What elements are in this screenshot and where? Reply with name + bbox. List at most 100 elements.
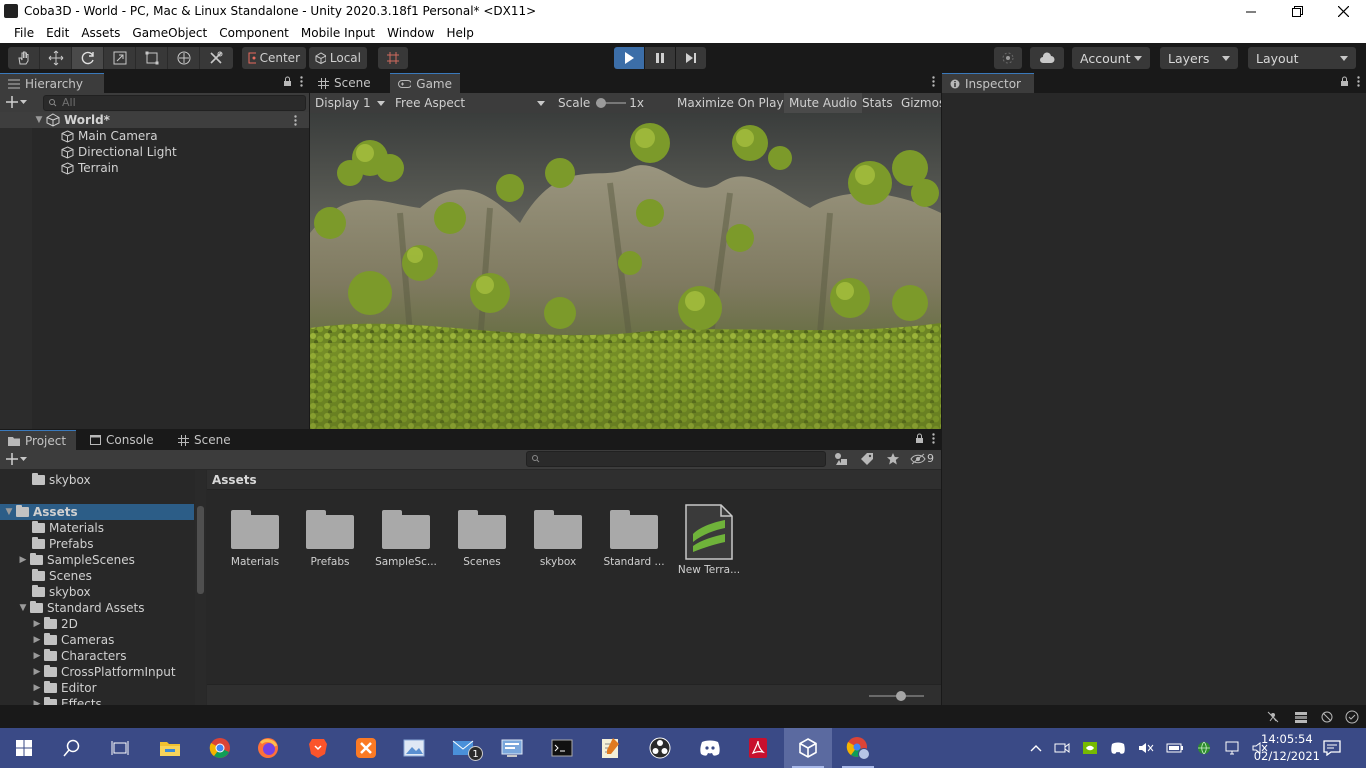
game-viewport[interactable] — [310, 113, 941, 429]
project-create-dropdown[interactable] — [6, 453, 27, 465]
tree-item-scenes[interactable]: Scenes — [0, 568, 194, 584]
step-button[interactable] — [676, 47, 706, 69]
scale-slider[interactable]: Scale 1x — [553, 93, 649, 113]
tab-game[interactable]: Game — [390, 73, 460, 93]
space-toggle[interactable]: Local — [309, 47, 367, 69]
collapsed-arrow-icon[interactable]: ▶ — [30, 667, 44, 677]
minimize-button[interactable] — [1228, 0, 1274, 23]
tree-scrollbar[interactable] — [195, 470, 206, 705]
tree-item-skybox-top[interactable]: skybox — [0, 472, 194, 488]
tab-console[interactable]: Console — [82, 430, 166, 450]
hierarchy-item-directional-light[interactable]: Directional Light — [0, 144, 309, 160]
menu-window[interactable]: Window — [381, 26, 440, 40]
taskbar-file-explorer[interactable] — [146, 728, 194, 768]
scale-tool-button[interactable] — [104, 47, 136, 69]
expand-arrow-icon[interactable]: ▼ — [32, 115, 46, 125]
hidden-packages-toggle[interactable]: 9 — [910, 452, 934, 465]
transform-tool-button[interactable] — [168, 47, 200, 69]
taskbar-unity[interactable] — [784, 728, 832, 768]
grid-snap-button[interactable] — [378, 47, 408, 69]
tree-item-materials[interactable]: Materials — [0, 520, 194, 536]
filter-by-type-button[interactable] — [834, 452, 848, 466]
gizmos-toggle[interactable]: Gizmos — [896, 93, 941, 113]
scene-row[interactable]: ▼ World* — [0, 112, 309, 128]
favorite-button[interactable] — [886, 452, 900, 466]
taskbar-chrome[interactable] — [196, 728, 244, 768]
taskbar-photos[interactable] — [390, 728, 438, 768]
custom-tool-button[interactable] — [200, 47, 232, 69]
layers-dropdown[interactable]: Layers — [1160, 47, 1238, 69]
play-button[interactable] — [614, 47, 644, 69]
asset-new-terrain[interactable]: New Terra... — [673, 504, 745, 576]
collapsed-arrow-icon[interactable]: ▶ — [16, 555, 30, 565]
taskbar-obs[interactable] — [636, 728, 684, 768]
lock-icon[interactable] — [283, 76, 292, 87]
tree-item-2d[interactable]: ▶ 2D — [0, 616, 194, 632]
tab-project[interactable]: Project — [0, 430, 76, 450]
hierarchy-item-terrain[interactable]: Terrain — [0, 160, 309, 176]
asset-standard-assets[interactable]: Standard ... — [598, 510, 670, 568]
discord-tray-icon[interactable] — [1110, 741, 1126, 755]
close-button[interactable] — [1320, 0, 1366, 23]
layout-dropdown[interactable]: Layout — [1248, 47, 1356, 69]
pivot-toggle[interactable]: Center — [242, 47, 306, 69]
start-button[interactable] — [0, 728, 48, 768]
lock-icon[interactable] — [1340, 76, 1349, 87]
tab-inspector[interactable]: Inspector — [942, 73, 1034, 93]
cloud-button[interactable] — [1030, 47, 1064, 69]
lock-icon[interactable] — [915, 433, 924, 444]
hierarchy-search-input[interactable]: All — [43, 95, 306, 111]
asset-materials[interactable]: Materials — [219, 510, 291, 568]
collapsed-arrow-icon[interactable]: ▶ — [30, 683, 44, 693]
tree-item-standard-assets[interactable]: ▼ Standard Assets — [0, 600, 194, 616]
tab-scene-bottom[interactable]: Scene — [170, 430, 240, 450]
display-dropdown[interactable]: Display 1 — [310, 93, 390, 113]
tree-item-crossplatforminput[interactable]: ▶ CrossPlatformInput — [0, 664, 194, 680]
tree-item-skybox[interactable]: skybox — [0, 584, 194, 600]
menu-edit[interactable]: Edit — [40, 26, 75, 40]
pause-button[interactable] — [645, 47, 675, 69]
scale-slider-track[interactable] — [596, 98, 627, 108]
task-view-button[interactable] — [96, 728, 144, 768]
collapsed-arrow-icon[interactable]: ▶ — [30, 651, 44, 661]
taskbar-firefox[interactable] — [244, 728, 292, 768]
tree-scrollbar-thumb[interactable] — [197, 506, 204, 594]
notification-center-button[interactable] — [1310, 728, 1354, 768]
menu-help[interactable]: Help — [440, 26, 479, 40]
tree-item-prefabs[interactable]: Prefabs — [0, 536, 194, 552]
create-dropdown[interactable] — [6, 96, 27, 108]
aspect-dropdown[interactable]: Free Aspect — [390, 93, 550, 113]
taskbar-brave[interactable] — [294, 728, 342, 768]
kebab-menu-icon[interactable] — [1357, 76, 1360, 87]
tab-scene[interactable]: Scene — [310, 73, 390, 93]
asset-skybox[interactable]: skybox — [522, 510, 594, 568]
taskbar-mail[interactable]: 1 — [440, 728, 488, 768]
menu-file[interactable]: File — [8, 26, 40, 40]
menu-mobile-input[interactable]: Mobile Input — [295, 26, 381, 40]
menu-assets[interactable]: Assets — [75, 26, 126, 40]
kebab-menu-icon[interactable] — [300, 76, 303, 87]
tree-item-editor[interactable]: ▶ Editor — [0, 680, 194, 696]
icon-size-slider-thumb[interactable] — [896, 691, 906, 701]
tree-item-assets[interactable]: ▼ Assets — [0, 504, 194, 520]
expand-arrow-icon[interactable]: ▼ — [2, 507, 16, 517]
meet-now-icon[interactable] — [1054, 741, 1070, 755]
hierarchy-item-main-camera[interactable]: Main Camera — [0, 128, 309, 144]
tree-item-effects[interactable]: ▶ Effects — [0, 696, 194, 705]
menu-component[interactable]: Component — [213, 26, 295, 40]
battery-icon[interactable] — [1166, 742, 1184, 754]
collab-button[interactable] — [994, 47, 1022, 69]
taskbar-chrome-profile[interactable] — [834, 728, 882, 768]
project-search-input[interactable] — [526, 451, 826, 467]
filter-by-label-button[interactable] — [860, 452, 874, 466]
volume-muted-icon[interactable] — [1138, 741, 1154, 755]
taskbar-terminal[interactable] — [538, 728, 586, 768]
taskbar-xampp[interactable] — [342, 728, 390, 768]
account-dropdown[interactable]: Account — [1072, 47, 1150, 69]
expand-arrow-icon[interactable]: ▼ — [16, 603, 30, 613]
ethernet-icon[interactable] — [1224, 741, 1240, 755]
move-tool-button[interactable] — [40, 47, 72, 69]
kebab-menu-icon[interactable] — [932, 76, 935, 87]
mute-audio-toggle[interactable]: Mute Audio — [784, 93, 862, 113]
taskbar-control-panel[interactable] — [488, 728, 536, 768]
